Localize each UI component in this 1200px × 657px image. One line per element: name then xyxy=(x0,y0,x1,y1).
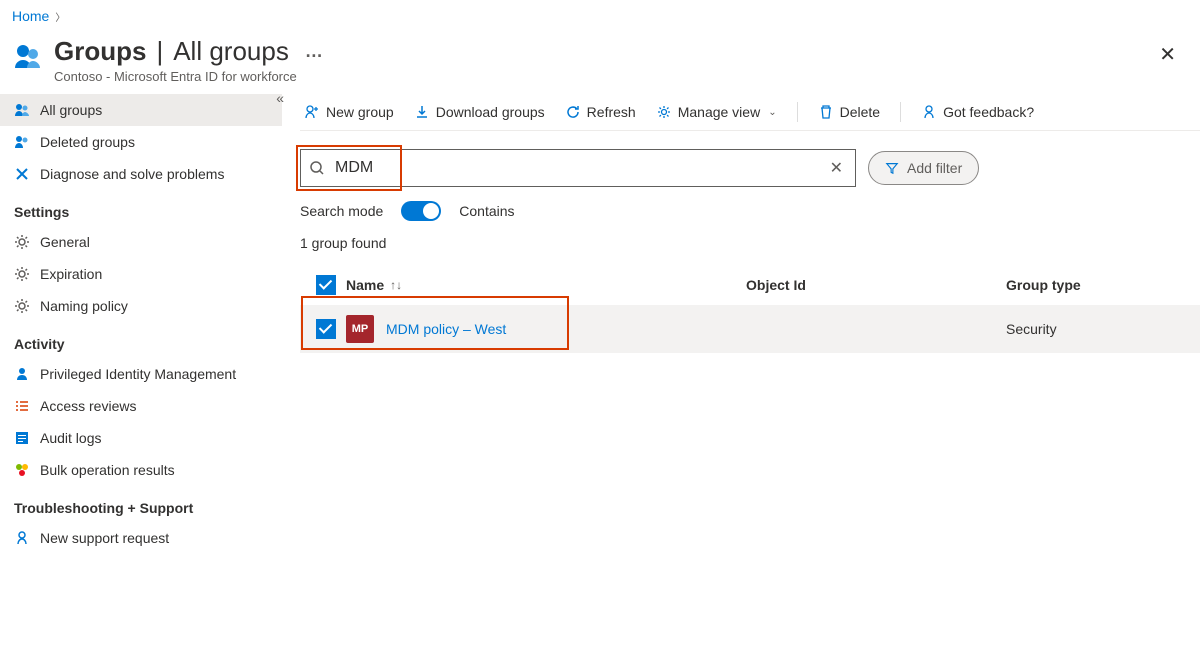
column-grouptype-header[interactable]: Group type xyxy=(1006,277,1194,293)
search-mode-label: Search mode xyxy=(300,203,383,219)
cmd-label: New group xyxy=(326,104,394,120)
sidebar-item-label: Diagnose and solve problems xyxy=(40,166,224,182)
search-mode-value: Contains xyxy=(459,203,514,219)
title-sub: All groups xyxy=(173,36,289,67)
sidebar-heading-settings: Settings xyxy=(0,190,282,226)
sidebar-item-support-request[interactable]: New support request xyxy=(0,522,282,554)
sidebar-item-label: Privileged Identity Management xyxy=(40,366,236,382)
sidebar-item-bulk-results[interactable]: Bulk operation results xyxy=(0,454,282,486)
table-header: Name ↑↓ Object Id Group type xyxy=(300,265,1200,305)
sidebar-item-label: Audit logs xyxy=(40,430,101,446)
column-objectid-header[interactable]: Object Id xyxy=(746,277,1006,293)
sort-icon: ↑↓ xyxy=(390,278,402,292)
people-deleted-icon xyxy=(14,134,30,150)
people-icon xyxy=(14,102,30,118)
sidebar-item-label: New support request xyxy=(40,530,169,546)
refresh-button[interactable]: Refresh xyxy=(565,104,636,120)
page-title: Groups | All groups … xyxy=(54,36,323,67)
sidebar-heading-support: Troubleshooting + Support xyxy=(0,486,282,522)
title-main: Groups xyxy=(54,36,146,67)
sidebar-item-diagnose[interactable]: Diagnose and solve problems xyxy=(0,158,282,190)
log-icon xyxy=(14,430,30,446)
gear-icon xyxy=(14,298,30,314)
cmd-label: Download groups xyxy=(436,104,545,120)
sidebar-item-general[interactable]: General xyxy=(0,226,282,258)
search-input[interactable] xyxy=(335,159,826,177)
delete-button[interactable]: Delete xyxy=(818,104,880,120)
sidebar-item-label: Expiration xyxy=(40,266,102,282)
more-button[interactable]: … xyxy=(305,41,323,62)
cmd-label: Refresh xyxy=(587,104,636,120)
chevron-right-icon: 〉 xyxy=(55,9,65,24)
diagnose-icon xyxy=(14,166,30,182)
sidebar-item-naming-policy[interactable]: Naming policy xyxy=(0,290,282,322)
close-icon[interactable]: ✕ xyxy=(1147,36,1188,73)
sidebar-item-label: Bulk operation results xyxy=(40,462,175,478)
result-count: 1 group found xyxy=(300,235,1200,251)
identity-icon xyxy=(14,366,30,382)
checklist-icon xyxy=(14,398,30,414)
row-grouptype: Security xyxy=(1006,321,1194,337)
table-row[interactable]: MP MDM policy – West Security xyxy=(300,305,1200,353)
groups-icon xyxy=(12,40,44,72)
refresh-icon xyxy=(565,104,581,120)
filter-label: Add filter xyxy=(907,160,962,176)
search-input-wrapper: ✕ xyxy=(300,149,856,187)
sidebar-item-label: All groups xyxy=(40,102,102,118)
group-name-link[interactable]: MDM policy – West xyxy=(386,321,506,337)
column-name-header[interactable]: Name ↑↓ xyxy=(346,277,746,293)
gear-icon xyxy=(14,234,30,250)
title-sep: | xyxy=(156,36,163,67)
new-group-button[interactable]: New group xyxy=(304,104,394,120)
filter-icon xyxy=(885,161,899,175)
subtitle: Contoso - Microsoft Entra ID for workfor… xyxy=(54,69,323,84)
gear-icon xyxy=(14,266,30,282)
sidebar-item-label: Access reviews xyxy=(40,398,136,414)
bulk-icon xyxy=(14,462,30,478)
separator xyxy=(797,102,798,122)
sidebar-item-label: General xyxy=(40,234,90,250)
cmd-label: Manage view xyxy=(678,104,761,120)
feedback-button[interactable]: Got feedback? xyxy=(921,104,1034,120)
sidebar-heading-activity: Activity xyxy=(0,322,282,358)
feedback-icon xyxy=(921,104,937,120)
add-people-icon xyxy=(304,104,320,120)
sidebar-item-access-reviews[interactable]: Access reviews xyxy=(0,390,282,422)
download-groups-button[interactable]: Download groups xyxy=(414,104,545,120)
sidebar-item-all-groups[interactable]: All groups xyxy=(0,94,282,126)
manage-view-button[interactable]: Manage view ⌄ xyxy=(656,104,777,120)
clear-search-icon[interactable]: ✕ xyxy=(826,158,847,178)
add-filter-button[interactable]: Add filter xyxy=(868,151,979,185)
sidebar-item-label: Naming policy xyxy=(40,298,128,314)
select-all-checkbox[interactable] xyxy=(316,275,336,295)
cmd-label: Got feedback? xyxy=(943,104,1034,120)
search-icon xyxy=(309,160,325,176)
sidebar-item-audit-logs[interactable]: Audit logs xyxy=(0,422,282,454)
chevron-down-icon: ⌄ xyxy=(768,107,776,118)
collapse-sidebar-icon[interactable]: « xyxy=(276,90,284,106)
sidebar-item-pim[interactable]: Privileged Identity Management xyxy=(0,358,282,390)
breadcrumb-home[interactable]: Home xyxy=(12,8,49,24)
separator xyxy=(900,102,901,122)
search-mode-toggle[interactable] xyxy=(401,201,441,221)
cmd-label: Delete xyxy=(840,104,880,120)
download-icon xyxy=(414,104,430,120)
sidebar-item-deleted-groups[interactable]: Deleted groups xyxy=(0,126,282,158)
group-avatar: MP xyxy=(346,315,374,343)
sidebar-item-expiration[interactable]: Expiration xyxy=(0,258,282,290)
col-label: Name xyxy=(346,277,384,293)
support-icon xyxy=(14,530,30,546)
settings-icon xyxy=(656,104,672,120)
row-checkbox[interactable] xyxy=(316,319,336,339)
trash-icon xyxy=(818,104,834,120)
sidebar-item-label: Deleted groups xyxy=(40,134,135,150)
